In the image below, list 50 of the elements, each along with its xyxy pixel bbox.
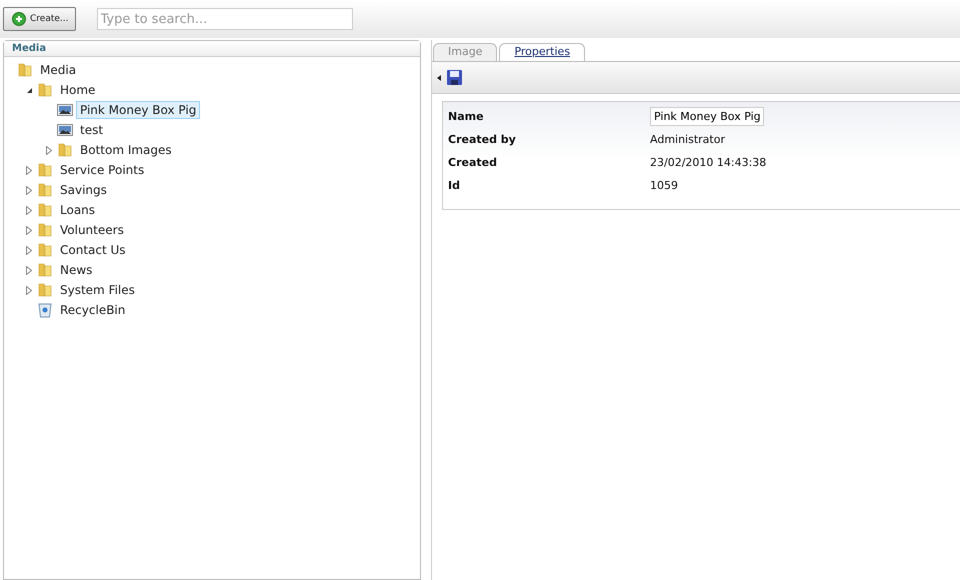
property-value: Administrator — [650, 133, 725, 146]
property-label: Created — [448, 156, 497, 169]
property-label: Created by — [448, 133, 516, 146]
collapsed-arrow-icon[interactable] — [26, 206, 32, 214]
tab[interactable]: Properties — [499, 43, 586, 61]
folder-icon — [37, 182, 53, 198]
tree-item[interactable]: News — [56, 261, 96, 279]
property-value: 23/02/2010 14:43:38 — [650, 156, 766, 169]
tree-item[interactable]: RecycleBin — [56, 301, 130, 319]
tree-item[interactable]: test — [76, 121, 108, 139]
folder-icon — [37, 202, 53, 218]
collapsed-arrow-icon[interactable] — [46, 146, 52, 154]
folder-icon — [37, 162, 53, 178]
collapsed-arrow-icon[interactable] — [26, 166, 32, 174]
tree-item[interactable]: Pink Money Box Pig — [76, 101, 200, 119]
folder-icon — [17, 62, 33, 78]
folder-icon — [37, 262, 53, 278]
plus-icon — [12, 12, 26, 26]
expanded-arrow-icon[interactable] — [26, 86, 32, 94]
property-label: Id — [448, 179, 460, 192]
image-icon — [57, 124, 73, 136]
image-icon — [57, 104, 73, 116]
collapsed-arrow-icon[interactable] — [26, 246, 32, 254]
search-field[interactable]: Type to search... — [96, 8, 352, 30]
folder-icon — [37, 222, 53, 238]
collapsed-arrow-icon[interactable] — [26, 266, 32, 274]
folder-icon — [57, 142, 73, 158]
collapsed-arrow-icon[interactable] — [26, 226, 32, 234]
property-label: Name — [448, 110, 484, 123]
collapsed-arrow-icon[interactable] — [26, 286, 32, 294]
tree-item[interactable]: Bottom Images — [76, 141, 176, 159]
tree-item[interactable]: Contact Us — [56, 241, 130, 259]
tree-item[interactable]: Volunteers — [56, 221, 128, 239]
collapsed-arrow-icon[interactable] — [26, 186, 32, 194]
panel-title: Media — [4, 41, 420, 57]
folder-icon — [37, 82, 53, 98]
folder-icon — [37, 282, 53, 298]
tree-item[interactable]: Service Points — [56, 161, 148, 179]
tree-item[interactable]: System Files — [56, 281, 139, 299]
create-button[interactable]: Create... — [3, 7, 76, 31]
tree-item[interactable]: Home — [56, 81, 100, 99]
property-value: 1059 — [650, 179, 678, 192]
tree-item[interactable]: Savings — [56, 181, 111, 199]
name-field[interactable]: Pink Money Box Pig — [650, 107, 764, 126]
collapse-arrow-icon[interactable] — [437, 74, 441, 80]
folder-icon — [37, 242, 53, 258]
save-icon[interactable] — [447, 70, 462, 85]
recycle-bin-icon — [38, 302, 52, 318]
tree-item[interactable]: Media — [36, 61, 80, 79]
tree-item[interactable]: Loans — [56, 201, 100, 219]
